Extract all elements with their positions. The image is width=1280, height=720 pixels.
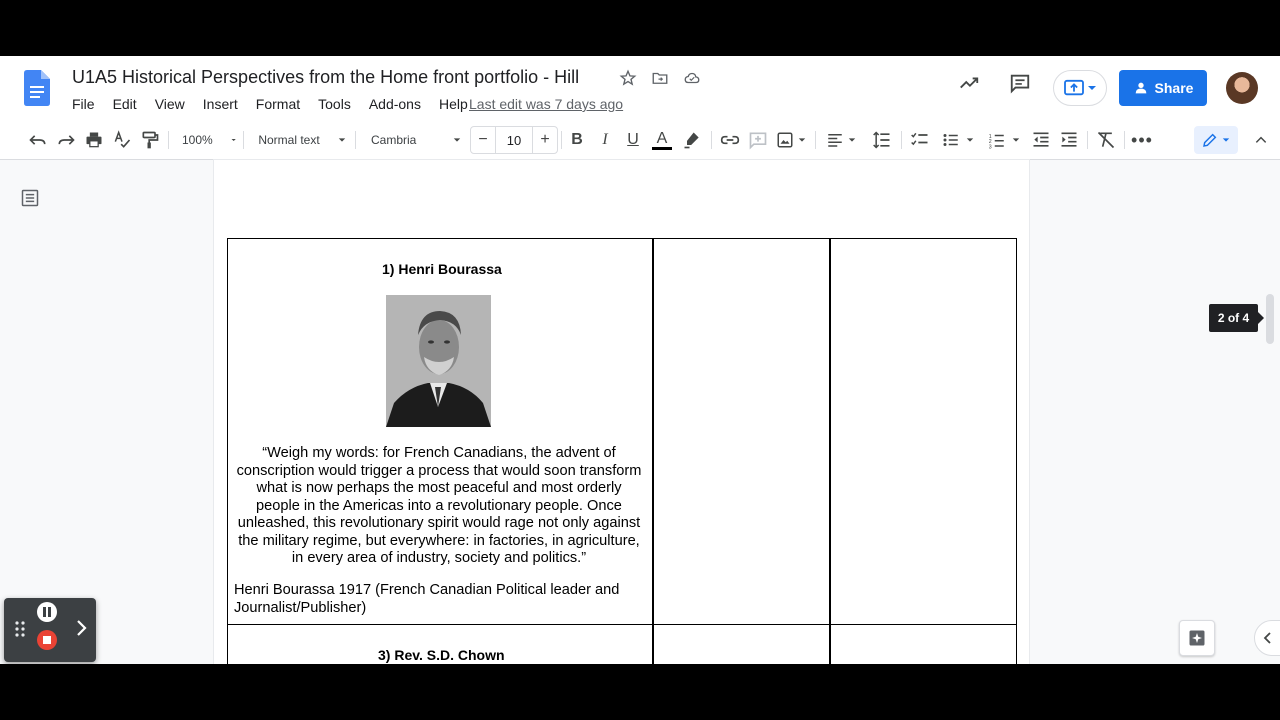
increase-indent-icon[interactable] [1057, 128, 1081, 152]
row-divider [228, 624, 1016, 625]
text-color-icon[interactable]: A [650, 128, 674, 152]
henri-bourassa-portrait [386, 295, 491, 427]
redo-icon[interactable] [54, 128, 78, 152]
user-avatar[interactable] [1226, 72, 1258, 104]
title-actions [618, 68, 702, 88]
spellcheck-icon[interactable] [110, 128, 134, 152]
cloud-status-icon[interactable] [682, 68, 702, 88]
google-docs-logo-icon[interactable] [24, 70, 50, 106]
pause-icon [37, 602, 57, 622]
chevron-left-icon [1263, 632, 1271, 644]
screen-recorder-controls [4, 598, 96, 662]
chevron-right-icon [77, 620, 87, 636]
chevron-down-icon [1088, 86, 1096, 90]
column-divider [829, 239, 831, 664]
clear-formatting-icon[interactable] [1094, 128, 1118, 152]
menu-file[interactable]: File [72, 96, 103, 112]
person-icon [1135, 82, 1146, 94]
paint-format-icon[interactable] [138, 128, 162, 152]
stop-icon [37, 630, 57, 650]
chevron-down-icon [231, 138, 236, 142]
italic-icon[interactable]: I [594, 128, 616, 152]
insert-link-icon[interactable] [718, 128, 742, 152]
menu-view[interactable]: View [155, 96, 193, 112]
paragraph-style-select[interactable]: Normal text [257, 128, 347, 152]
decrease-indent-icon[interactable] [1029, 128, 1053, 152]
document-page[interactable]: 1) Henri Bourassa “Weigh my words: for F… [214, 160, 1029, 664]
line-spacing-icon[interactable] [870, 128, 894, 152]
bulleted-list-icon[interactable] [938, 128, 978, 152]
menu-insert[interactable]: Insert [203, 96, 246, 112]
font-size-input[interactable]: 10 [495, 127, 533, 153]
increase-font-size-button[interactable]: + [533, 131, 557, 149]
move-folder-icon[interactable] [650, 68, 670, 88]
menu-tools[interactable]: Tools [318, 96, 359, 112]
svg-text:3: 3 [989, 144, 992, 149]
style-value: Normal text [258, 133, 320, 147]
bold-icon[interactable]: B [566, 128, 588, 152]
font-family-select[interactable]: Cambria [371, 128, 461, 152]
more-options-icon[interactable]: ••• [1130, 128, 1154, 152]
drag-handle-icon [15, 621, 25, 637]
font-size-control: − 10 + [470, 126, 558, 154]
google-docs-window: U1A5 Historical Perspectives from the Ho… [0, 56, 1280, 664]
share-button[interactable]: Share [1119, 70, 1207, 106]
zoom-value: 100% [182, 133, 213, 147]
chevron-down-icon [338, 138, 345, 142]
undo-icon[interactable] [26, 128, 50, 152]
highlight-color-icon[interactable] [680, 128, 704, 152]
chevron-down-icon [1222, 138, 1230, 142]
hide-menus-icon[interactable] [1252, 128, 1270, 152]
star-icon[interactable] [618, 68, 638, 88]
present-to-meeting-button[interactable] [1053, 70, 1107, 106]
menu-format[interactable]: Format [256, 96, 308, 112]
share-label: Share [1154, 80, 1194, 96]
last-edit-link[interactable]: Last edit was 7 days ago [469, 96, 623, 112]
menu-edit[interactable]: Edit [113, 96, 145, 112]
document-outline-icon[interactable] [20, 188, 40, 213]
explore-sparkle-icon [1189, 630, 1205, 646]
numbered-list-icon[interactable]: 123 [984, 128, 1024, 152]
vertical-scrollbar-thumb[interactable] [1266, 294, 1274, 344]
explore-button[interactable] [1179, 620, 1215, 656]
page-number-tooltip: 2 of 4 [1209, 304, 1264, 332]
align-left-icon[interactable] [824, 128, 858, 152]
menu-bar: File Edit View Insert Format Tools Add-o… [72, 96, 486, 112]
underline-icon[interactable]: U [622, 128, 644, 152]
decrease-font-size-button[interactable]: − [471, 131, 495, 149]
entry-title-bourassa: 1) Henri Bourassa [382, 261, 502, 277]
insert-image-icon[interactable] [774, 128, 808, 152]
zoom-select[interactable]: 100% [182, 128, 236, 152]
pencil-icon [1203, 133, 1217, 147]
side-panel-toggle[interactable] [1254, 620, 1280, 656]
print-icon[interactable] [82, 128, 106, 152]
portfolio-table: 1) Henri Bourassa “Weigh my words: for F… [227, 238, 1017, 664]
comment-history-icon[interactable] [1009, 72, 1031, 99]
formatting-toolbar: 100% Normal text Cambria − 10 + B I U A [0, 120, 1280, 160]
bourassa-quote: “Weigh my words: for French Canadians, t… [236, 445, 642, 566]
header-bar: U1A5 Historical Perspectives from the Ho… [0, 56, 1280, 120]
activity-dashboard-icon[interactable] [958, 72, 980, 99]
checklist-icon[interactable] [908, 128, 932, 152]
editing-mode-button[interactable] [1194, 126, 1238, 154]
document-title[interactable]: U1A5 Historical Perspectives from the Ho… [72, 67, 579, 88]
present-icon [1064, 79, 1084, 96]
chevron-down-icon [453, 138, 461, 142]
entry-title-chown: 3) Rev. S.D. Chown [378, 647, 505, 663]
bourassa-attribution: Henri Bourassa 1917 (French Canadian Pol… [234, 582, 620, 616]
add-comment-icon[interactable] [746, 128, 770, 152]
font-value: Cambria [371, 133, 417, 147]
menu-add-ons[interactable]: Add-ons [369, 96, 429, 112]
